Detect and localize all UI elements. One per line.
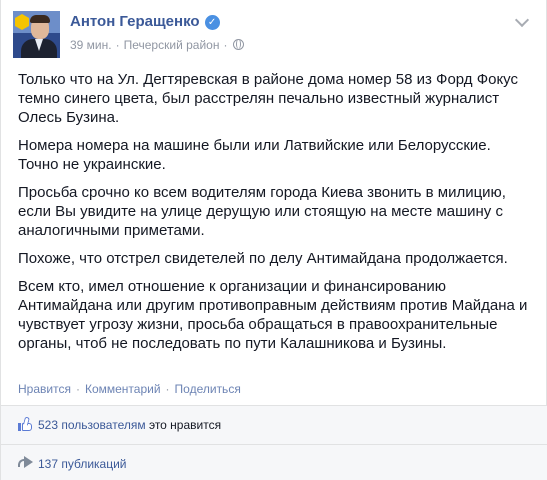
author-avatar[interactable] [13, 11, 60, 58]
author-name-link[interactable]: Антон Геращенко [70, 13, 200, 30]
post-paragraph: Просьба срочно ко всем водителям города … [18, 184, 506, 239]
likes-text: 523 пользователям это нравится [38, 418, 221, 432]
verified-badge-icon: ✓ [204, 15, 220, 30]
post-paragraph: Только что на Ул. Дегтяревская в районе … [18, 71, 519, 126]
thumb-cuff [18, 423, 21, 431]
feedback-section: 523 пользователям это нравится 137 публи… [1, 405, 547, 480]
shares-text: 137 публикаций [38, 457, 127, 471]
thumbs-up-icon [18, 416, 33, 432]
author-name-row: Антон Геращенко ✓ [70, 13, 220, 30]
post-time[interactable]: 39 мин. [70, 38, 112, 52]
share-link[interactable]: Поделиться [175, 382, 241, 396]
post-paragraph: Всем кто, имел отношение к организации и… [18, 278, 528, 352]
likes-suffix: это нравится [148, 418, 222, 432]
post-body: Только что на Ул. Дегтяревская в районе … [18, 70, 528, 362]
like-link[interactable]: Нравится [18, 382, 71, 396]
post-location[interactable]: Печерский район [124, 38, 220, 52]
meta-separator-2: · [223, 38, 228, 52]
likes-count-link[interactable]: 523 пользователям [38, 418, 146, 432]
shares-row: 137 публикаций [1, 444, 547, 480]
post-paragraph: Номера номера на машине были или Латвийс… [18, 137, 491, 173]
post-meta: 39 мин. · Печерский район · [70, 38, 245, 52]
post-header: Антон Геращенко ✓ 39 мин. · Печерский район… [11, 11, 531, 59]
action-separator-2: · [165, 382, 170, 396]
chevron-down-icon[interactable] [514, 12, 530, 28]
post-paragraph: Похоже, что отстрел свидетелей по делу А… [18, 250, 508, 267]
globe-icon[interactable] [233, 39, 245, 50]
share-arrowhead [24, 456, 33, 468]
facebook-post: Антон Геращенко ✓ 39 мин. · Печерский район… [0, 0, 547, 480]
meta-separator: · [115, 38, 120, 52]
comment-link[interactable]: Комментарий [85, 382, 161, 396]
action-separator: · [75, 382, 80, 396]
likes-row: 523 пользователям это нравится [1, 406, 547, 443]
shares-count-link[interactable]: 137 публикаций [38, 457, 127, 471]
post-actions: Нравится · Комментарий · Поделиться [18, 382, 241, 396]
share-arrow-icon [18, 456, 34, 470]
avatar-hair [30, 15, 50, 23]
